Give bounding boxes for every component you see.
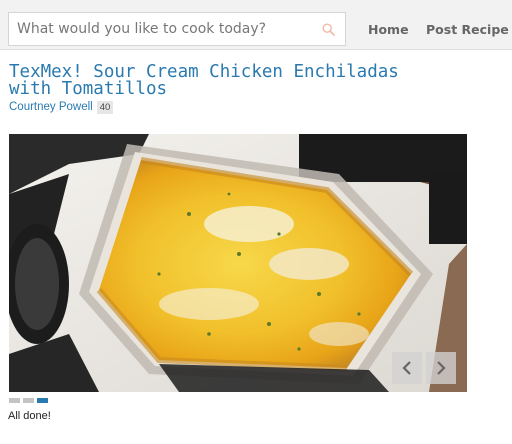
prev-slide-button[interactable]	[392, 352, 422, 384]
slide-indicator-2[interactable]	[23, 398, 34, 403]
author-link[interactable]: Courtney Powell	[9, 101, 93, 113]
chevron-right-icon	[437, 361, 446, 375]
chevron-left-icon	[402, 361, 411, 375]
photo-caption: All done!	[8, 410, 51, 422]
search-box[interactable]	[8, 12, 346, 46]
slide-indicator-1[interactable]	[9, 398, 20, 403]
slide-indicator-3[interactable]	[37, 398, 48, 403]
author-row: Courtney Powell 40	[9, 100, 114, 114]
author-recipe-count-badge: 40	[96, 100, 114, 114]
next-slide-button[interactable]	[426, 352, 456, 384]
slide-indicators	[9, 398, 48, 403]
recipe-title: TexMex! Sour Cream Chicken Enchiladas wi…	[9, 62, 399, 99]
top-bar: Home Post Recipe	[0, 0, 512, 50]
nav-post-recipe-link[interactable]: Post Recipe	[426, 22, 509, 37]
search-input[interactable]	[9, 13, 309, 45]
nav-home-link[interactable]: Home	[368, 22, 409, 37]
search-icon[interactable]	[322, 23, 335, 36]
